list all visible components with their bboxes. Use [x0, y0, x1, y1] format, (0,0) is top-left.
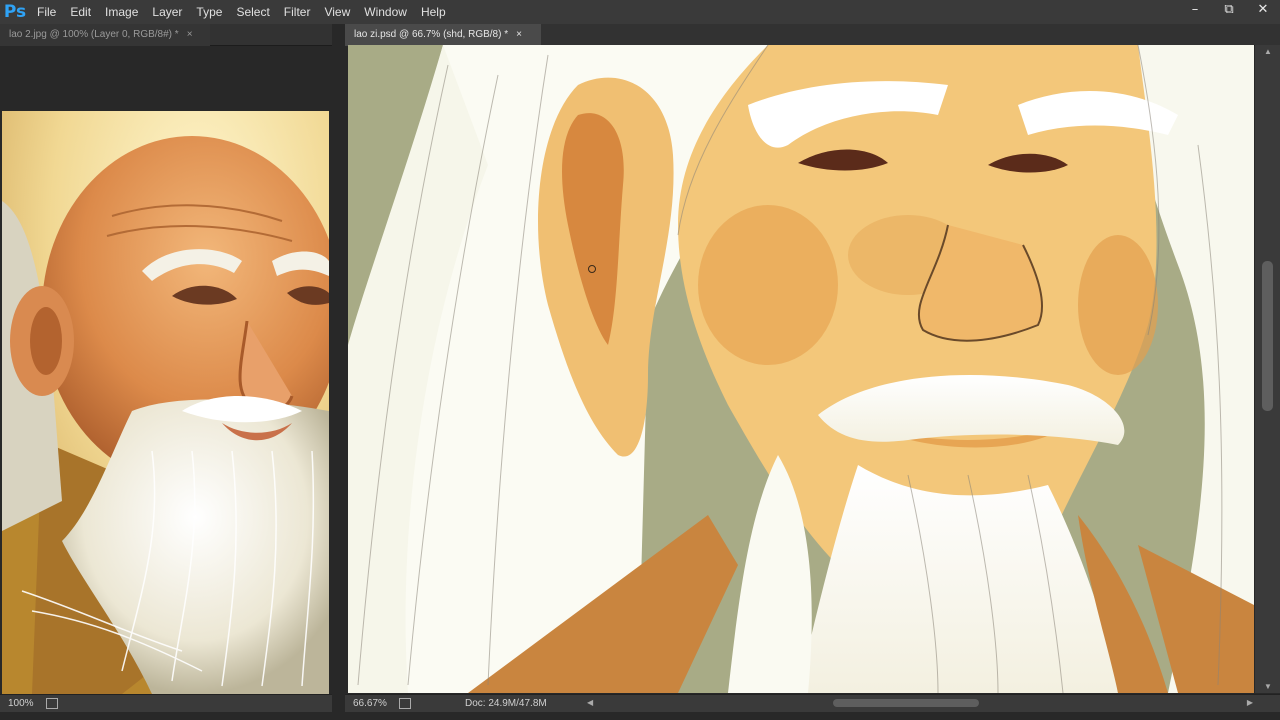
menu-type[interactable]: Type	[189, 0, 229, 24]
tab-lao-2-jpg[interactable]: lao 2.jpg @ 100% (Layer 0, RGB/8#) * ×	[0, 24, 210, 46]
vertical-scrollbar[interactable]: ▲ ▼	[1255, 45, 1280, 693]
close-button[interactable]: ✕	[1246, 0, 1280, 18]
menu-window[interactable]: Window	[357, 0, 414, 24]
minimize-button[interactable]: –	[1178, 0, 1212, 18]
zoom-level[interactable]: 100%	[0, 698, 40, 709]
document-size: Doc: 24.9M/47.8M	[465, 698, 547, 709]
tab-close-icon[interactable]: ×	[516, 24, 522, 46]
doc-info-icon[interactable]	[46, 698, 58, 709]
menu-help[interactable]: Help	[414, 0, 453, 24]
menu-layer[interactable]: Layer	[145, 0, 189, 24]
menu-file[interactable]: File	[30, 0, 63, 24]
menu-bar: Ps File Edit Image Layer Type Select Fil…	[0, 0, 1280, 24]
tab-title: lao 2.jpg @ 100% (Layer 0, RGB/8#) *	[9, 29, 179, 40]
document-window-working: lao zi.psd @ 66.7% (shd, RGB/8) * × ▲ ▼ …	[345, 24, 1280, 712]
document-window-reference: lao 2.jpg @ 100% (Layer 0, RGB/8#) * × 1…	[0, 24, 332, 712]
horizontal-scrollbar[interactable]: ◀ ▶	[585, 697, 1255, 709]
vertical-scroll-thumb[interactable]	[1262, 261, 1273, 411]
reference-canvas[interactable]	[2, 111, 329, 694]
tab-close-icon[interactable]: ×	[187, 24, 193, 46]
working-painting	[348, 45, 1254, 693]
scroll-up-arrow-icon[interactable]: ▲	[1264, 47, 1272, 56]
document-tabbar: lao zi.psd @ 66.7% (shd, RGB/8) * ×	[345, 24, 1280, 46]
horizontal-scroll-thumb[interactable]	[833, 699, 979, 707]
tab-lao-zi-psd[interactable]: lao zi.psd @ 66.7% (shd, RGB/8) * ×	[345, 24, 541, 46]
window-controls: – ⧉ ✕	[1178, 0, 1280, 18]
menu-select[interactable]: Select	[229, 0, 276, 24]
tab-title: lao zi.psd @ 66.7% (shd, RGB/8) *	[354, 29, 509, 40]
menu-image[interactable]: Image	[98, 0, 145, 24]
restore-button[interactable]: ⧉	[1212, 0, 1246, 18]
reference-painting	[2, 111, 329, 694]
doc-info-icon[interactable]	[399, 698, 411, 709]
zoom-level[interactable]: 66.67%	[345, 698, 393, 709]
document-tabbar: lao 2.jpg @ 100% (Layer 0, RGB/8#) * ×	[0, 24, 332, 46]
photoshop-logo[interactable]: Ps	[0, 0, 30, 24]
status-bar-reference: 100%	[0, 694, 332, 712]
menu-filter[interactable]: Filter	[277, 0, 318, 24]
scroll-down-arrow-icon[interactable]: ▼	[1264, 682, 1272, 691]
scroll-left-arrow-icon[interactable]: ◀	[587, 698, 593, 707]
painting-canvas[interactable]	[348, 45, 1254, 693]
menu-edit[interactable]: Edit	[63, 0, 98, 24]
menu-view[interactable]: View	[317, 0, 357, 24]
scroll-right-arrow-icon[interactable]: ▶	[1247, 698, 1253, 707]
